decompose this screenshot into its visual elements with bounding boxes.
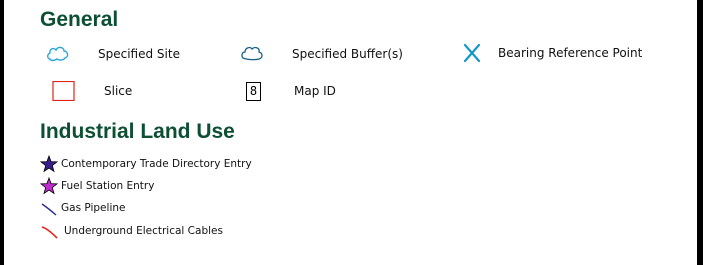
legend-label: Bearing Reference Point bbox=[498, 46, 643, 60]
cloud-outline-icon bbox=[240, 44, 264, 64]
star-icon bbox=[40, 177, 58, 195]
line-icon bbox=[40, 222, 60, 240]
legend-item-specified-buffers: Specified Buffer(s) bbox=[240, 42, 403, 66]
x-icon bbox=[462, 42, 482, 64]
legend-label: Slice bbox=[104, 84, 133, 98]
legend-item-gas-pipeline: Gas Pipeline bbox=[40, 196, 125, 220]
legend-label: Contemporary Trade Directory Entry bbox=[61, 158, 252, 170]
legend-label: Gas Pipeline bbox=[61, 202, 126, 214]
line-icon bbox=[40, 199, 58, 217]
boxed-digit-icon: 8 bbox=[246, 81, 261, 101]
star-icon bbox=[40, 155, 58, 173]
legend-label: Specified Site bbox=[98, 47, 180, 61]
legend-item-trade-directory: Contemporary Trade Directory Entry bbox=[40, 152, 252, 176]
legend-item-fuel-station: Fuel Station Entry bbox=[40, 174, 154, 198]
legend-item-map-id: 8 Map ID bbox=[246, 79, 336, 103]
legend-label: Map ID bbox=[294, 84, 336, 98]
section-title-industrial-land-use: Industrial Land Use bbox=[40, 120, 235, 143]
cloud-outline-icon bbox=[46, 44, 70, 64]
legend-item-bearing-reference: Bearing Reference Point bbox=[462, 41, 642, 65]
legend-item-slice: Slice bbox=[52, 79, 132, 103]
legend-item-specified-site: Specified Site bbox=[46, 42, 180, 66]
legend-label: Underground Electrical Cables bbox=[64, 225, 223, 237]
legend-item-electrical-cables: Underground Electrical Cables bbox=[40, 219, 223, 243]
square-outline-icon bbox=[52, 81, 76, 101]
legend-label: Specified Buffer(s) bbox=[292, 47, 403, 61]
legend-label: Fuel Station Entry bbox=[61, 180, 155, 192]
section-title-general: General bbox=[40, 8, 119, 31]
